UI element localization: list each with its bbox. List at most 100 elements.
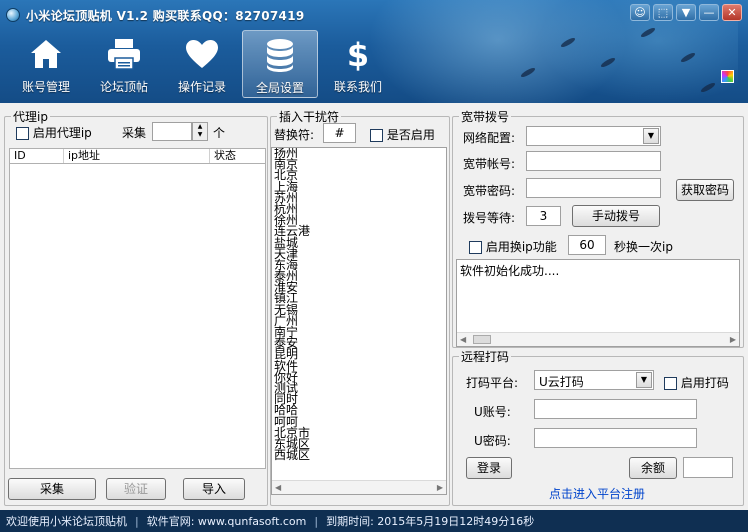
captcha-legend: 远程打码 [461, 350, 510, 364]
captcha-password-label: U密码: [474, 434, 511, 448]
window-controls: ☺ ⬚ ▼ — ✕ [630, 4, 742, 21]
captcha-password-input[interactable] [534, 428, 697, 448]
interference-text-item: 软件 [274, 358, 299, 373]
broadband-password-input[interactable] [526, 178, 661, 198]
close-button[interactable]: ✕ [722, 4, 742, 21]
heart-icon [182, 36, 222, 72]
interference-text-item: 哈哈 [274, 403, 299, 418]
interference-text-item: 昆明 [274, 347, 299, 362]
captcha-enable-checkbox[interactable]: 启用打码 [664, 374, 729, 391]
interference-text-item: 扬州 [274, 147, 299, 160]
interference-text-item: 苏州 [274, 190, 299, 205]
column-header-status[interactable]: 状态 [210, 149, 265, 163]
import-button[interactable]: 导入 [183, 478, 245, 500]
app-logo-icon [6, 8, 20, 22]
interference-text-item: 连云港 [274, 224, 311, 239]
collect-count-input[interactable] [152, 122, 192, 141]
proxy-enable-label: 启用代理ip [32, 126, 92, 140]
count-unit-label: 个 [213, 126, 226, 140]
scrollbar-thumb[interactable] [473, 335, 491, 344]
nav-operation-log[interactable]: 操作记录 [164, 30, 240, 98]
balance-display [683, 457, 733, 478]
nav-forum-bump[interactable]: 论坛顶帖 [86, 30, 162, 98]
checkbox-box[interactable] [370, 129, 383, 142]
checkbox-box[interactable] [664, 377, 677, 390]
broadband-account-label: 宽带帐号: [463, 157, 516, 171]
skin-palette-icon[interactable] [721, 70, 734, 83]
proxy-list[interactable] [9, 164, 266, 469]
chevron-down-icon[interactable]: ▼ [636, 372, 652, 388]
svg-text:$: $ [347, 37, 369, 71]
ip-switch-enable-label: 启用换ip功能 [485, 240, 557, 254]
interference-text-item: 上海 [274, 179, 299, 194]
interference-text-item: 同时 [274, 392, 299, 407]
nav-global-settings[interactable]: 全局设置 [242, 30, 318, 98]
replace-char-input[interactable]: # [323, 123, 356, 143]
interference-text-item: 东海 [274, 257, 299, 272]
interference-text-item: 西城区 [274, 448, 311, 463]
skin-window-icon[interactable]: ⬚ [653, 4, 673, 21]
interference-text-item: 天津 [274, 246, 299, 261]
interference-text-item: 南宁 [274, 325, 299, 339]
log-output[interactable]: 软件初始化成功.... ◀ ▶ [456, 259, 740, 347]
collect-count-spinner[interactable]: ▲ ▼ [192, 122, 208, 141]
broadband-password-label: 宽带密码: [463, 184, 516, 198]
nav-account-management[interactable]: 账号管理 [8, 30, 84, 98]
broadband-account-input[interactable] [526, 151, 661, 171]
scroll-right-icon[interactable]: ▶ [730, 335, 736, 344]
scroll-left-icon[interactable]: ◀ [275, 483, 281, 492]
nav-label: 论坛顶帖 [99, 80, 148, 94]
main-nav: 账号管理 论坛顶帖 操作记录 全局设置 $ 联系我们 [8, 30, 396, 98]
status-expiry: 到期时间: 2015年5月19日12时49分16秒 [326, 515, 535, 528]
interference-text-item: 泰安 [274, 336, 299, 351]
nav-label: 全局设置 [255, 81, 304, 95]
nav-contact-us[interactable]: $ 联系我们 [320, 30, 396, 98]
balance-button[interactable]: 余额 [629, 457, 677, 479]
menu-dropdown-icon[interactable]: ▼ [676, 4, 696, 21]
manual-dial-button[interactable]: 手动拨号 [572, 205, 660, 227]
interference-text-item: 广州 [274, 313, 299, 328]
column-header-id[interactable]: ID [10, 149, 64, 163]
network-config-select[interactable]: ▼ [526, 126, 661, 146]
scroll-right-icon[interactable]: ▶ [437, 483, 443, 492]
verify-button[interactable]: 验证 [106, 478, 166, 500]
captcha-platform-select[interactable]: U云打码 ▼ [534, 370, 654, 390]
interference-text-item: 你好 [274, 369, 299, 384]
column-header-ip[interactable]: ip地址 [64, 149, 210, 163]
checkbox-box[interactable] [16, 127, 29, 140]
horizontal-scrollbar[interactable]: ◀ ▶ [457, 332, 739, 346]
dial-wait-input[interactable]: 3 [526, 206, 561, 226]
captcha-account-label: U账号: [474, 405, 511, 419]
captcha-account-input[interactable] [534, 399, 697, 419]
switch-interval-suffix: 秒换一次ip [614, 240, 673, 254]
minimize-button[interactable]: — [699, 4, 719, 21]
proxy-list-header: ID ip地址 状态 [9, 148, 266, 164]
login-button[interactable]: 登录 [466, 457, 512, 479]
interference-text-item: 泰州 [274, 269, 299, 284]
interference-text-item: 镇江 [274, 291, 299, 306]
scroll-left-icon[interactable]: ◀ [460, 335, 466, 344]
collect-button[interactable]: 采集 [8, 478, 96, 500]
proxy-legend: 代理ip [13, 110, 48, 124]
nav-label: 操作记录 [177, 80, 226, 94]
get-password-button[interactable]: 获取密码 [676, 179, 734, 201]
checkbox-box[interactable] [469, 241, 482, 254]
register-platform-link[interactable]: 点击进入平台注册 [549, 485, 645, 502]
window-title: 小米论坛顶贴机 V1.2 购买联系QQ：82707419 [26, 8, 305, 23]
captcha-platform-label: 打码平台: [466, 376, 519, 390]
interference-enable-checkbox[interactable]: 是否启用 [370, 126, 435, 143]
chat-icon[interactable]: ☺ [630, 4, 650, 21]
chevron-down-icon[interactable]: ▼ [643, 128, 659, 144]
app-header: 小米论坛顶贴机 V1.2 购买联系QQ：82707419 ☺ ⬚ ▼ — ✕ 账… [0, 0, 748, 103]
interference-text-item: 测试 [274, 380, 299, 395]
interference-text-list[interactable]: 扬州 南京 北京 上海 苏州 杭州 徐州 连云港 盐城 天津 东海 泰州 淮安 镇江 无锡 广州 南宁 泰安 昆明软… [271, 147, 447, 495]
home-icon [26, 36, 66, 72]
dollar-icon: $ [338, 36, 378, 72]
settings-panel: 代理ip 启用代理ip 采集 ▲ ▼ 个 ID ip地址 状态 采集 验证 导入 … [0, 103, 748, 510]
status-welcome: 欢迎使用小米论坛顶贴机 [6, 515, 127, 528]
proxy-enable-checkbox[interactable]: 启用代理ip [16, 124, 92, 141]
ip-switch-enable-checkbox[interactable]: 启用换ip功能 [469, 238, 557, 255]
nav-label: 联系我们 [333, 80, 382, 94]
switch-interval-input[interactable]: 60 [568, 235, 606, 255]
horizontal-scrollbar[interactable]: ◀ ▶ [272, 480, 446, 494]
